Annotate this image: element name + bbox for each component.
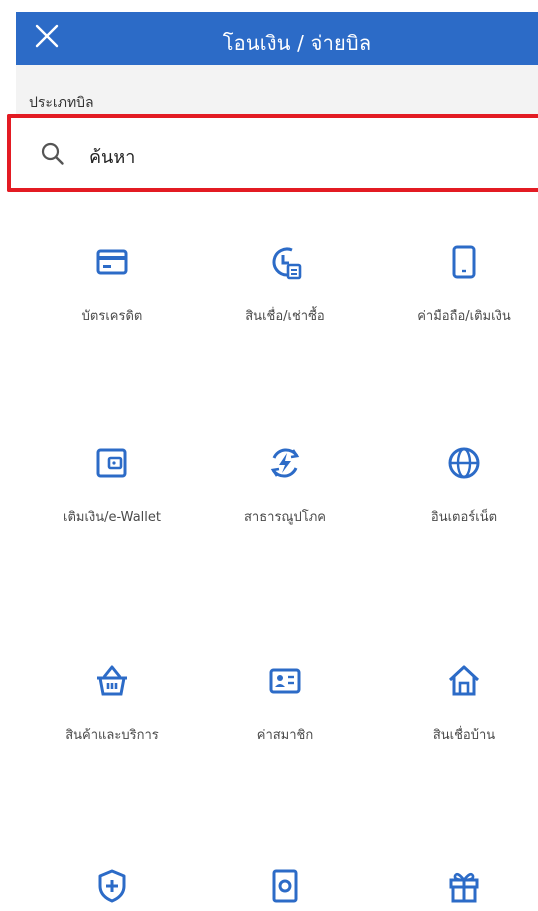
category-ewallet[interactable]: เติมเงิน/e-Wallet: [27, 444, 197, 564]
search-input[interactable]: ค้นหา: [7, 114, 538, 192]
category-label: ค่ามือถือ/เติมเงิน: [417, 309, 511, 324]
category-home-loan[interactable]: สินเชื่อบ้าน: [379, 662, 538, 782]
category-utility[interactable]: สาธารณูปโภค: [200, 444, 370, 564]
category-savings[interactable]: [200, 867, 370, 911]
category-insurance[interactable]: [27, 867, 197, 911]
bill-type-label: ประเภทบิล: [29, 95, 94, 111]
category-label: สินเชื่อ/เช่าซื้อ: [245, 309, 325, 324]
search-icon: [41, 142, 64, 165]
credit-card-icon: [96, 249, 128, 275]
globe-icon: [448, 447, 480, 479]
category-loan[interactable]: สินเชื่อ/เช่าซื้อ: [200, 243, 370, 363]
page-title: โอนเงิน / จ่ายบิล: [222, 31, 372, 55]
category-mobile[interactable]: ค่ามือถือ/เติมเงิน: [379, 243, 538, 363]
category-gift[interactable]: [379, 867, 538, 911]
category-label: สินค้าและบริการ: [65, 728, 159, 743]
category-label: ค่าสมาชิก: [256, 728, 314, 743]
loan-clock-icon: [272, 247, 302, 280]
status-strip: [0, 0, 538, 12]
insurance-shield-icon: [98, 869, 126, 903]
category-label: บัตรเครดิต: [81, 309, 143, 324]
app-header: โอนเงิน / จ่ายบิล: [16, 12, 538, 65]
category-label: สินเชื่อบ้าน: [432, 728, 496, 743]
utility-energy-icon: [270, 448, 300, 478]
category-membership[interactable]: ค่าสมาชิก: [200, 662, 370, 782]
mobile-phone-icon: [452, 245, 476, 279]
member-card-icon: [269, 668, 301, 694]
category-goods-services[interactable]: สินค้าและบริการ: [27, 662, 197, 782]
category-credit-card[interactable]: บัตรเครดิต: [27, 243, 197, 363]
category-label: สาธารณูปโภค: [243, 510, 326, 525]
shopping-basket-icon: [97, 665, 127, 696]
gift-icon: [449, 872, 479, 903]
safe-box-icon: [272, 869, 298, 903]
category-label: เติมเงิน/e-Wallet: [63, 510, 161, 525]
category-label: อินเตอร์เน็ต: [430, 510, 498, 525]
home-icon: [448, 665, 480, 696]
bill-type-section: ประเภทบิล: [16, 65, 538, 117]
category-internet[interactable]: อินเตอร์เน็ต: [379, 444, 538, 564]
search-placeholder: ค้นหา: [89, 147, 136, 168]
wallet-icon: [96, 448, 127, 478]
